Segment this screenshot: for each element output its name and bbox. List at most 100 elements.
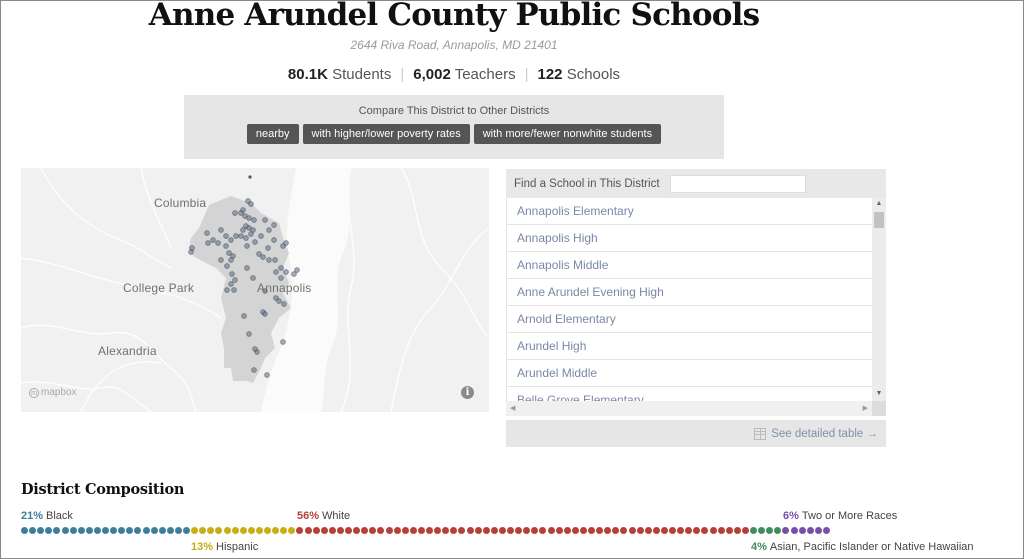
school-list-item[interactable]: Anne Arundel Evening High bbox=[507, 279, 873, 306]
see-detailed-table-link[interactable]: See detailed table → bbox=[754, 427, 878, 440]
composition-dot bbox=[183, 527, 190, 534]
scroll-right-icon[interactable]: ▶ bbox=[863, 401, 868, 416]
composition-dot bbox=[61, 527, 69, 534]
school-list-item[interactable]: Arnold Elementary bbox=[507, 306, 873, 333]
city-label-annapolis: Annapolis bbox=[257, 281, 312, 295]
composition-pct: 21% bbox=[21, 510, 44, 522]
composition-dot bbox=[434, 527, 442, 534]
scrollbar-corner bbox=[872, 401, 886, 416]
scroll-up-icon[interactable]: ▲ bbox=[872, 198, 886, 210]
composition-dot bbox=[377, 527, 385, 534]
schools-label: Schools bbox=[566, 66, 621, 83]
composition-dot bbox=[393, 527, 401, 534]
composition-title: District Composition bbox=[21, 481, 185, 498]
composition-dot bbox=[118, 527, 126, 534]
composition-dot bbox=[304, 527, 312, 534]
composition-dot bbox=[361, 527, 369, 534]
school-search-input[interactable] bbox=[669, 174, 806, 193]
horizontal-scrollbar[interactable]: ◀ ▶ bbox=[506, 401, 872, 416]
composition-dot bbox=[142, 527, 150, 534]
composition-dot bbox=[77, 527, 85, 534]
composition-dot bbox=[555, 527, 563, 534]
district-stats: 80.1K Students | 6,002 Teachers | 122 School… bbox=[1, 66, 907, 83]
composition-group-name: Hispanic bbox=[216, 541, 259, 553]
composition-dot bbox=[490, 527, 498, 534]
composition-dot bbox=[150, 527, 158, 534]
school-list-item[interactable]: Arundel High bbox=[507, 333, 873, 360]
school-list[interactable]: Annapolis Elementary Annapolis High Anna… bbox=[506, 198, 873, 404]
composition-dot bbox=[442, 527, 450, 534]
scroll-left-icon[interactable]: ◀ bbox=[510, 401, 515, 416]
mapbox-icon: m bbox=[29, 387, 39, 398]
composition-dot bbox=[685, 527, 693, 534]
composition-dot bbox=[199, 527, 207, 534]
detail-table-bar: See detailed table → bbox=[506, 420, 886, 447]
composition-dot bbox=[741, 527, 749, 534]
mapbox-attribution: mapbox bbox=[41, 387, 77, 398]
students-count: 80.1K bbox=[287, 66, 328, 83]
composition-dot bbox=[158, 527, 166, 534]
composition-dot bbox=[822, 527, 830, 534]
info-icon[interactable]: i bbox=[461, 386, 474, 399]
composition-dot bbox=[296, 527, 304, 534]
composition-dot bbox=[288, 527, 296, 534]
compare-nonwhite-button[interactable]: with more/fewer nonwhite students bbox=[473, 124, 662, 144]
composition-dot bbox=[652, 527, 660, 534]
city-label-alexandria: Alexandria bbox=[98, 344, 157, 358]
composition-dot bbox=[215, 527, 223, 534]
composition-group-name: White bbox=[322, 510, 351, 522]
composition-dot bbox=[450, 527, 458, 534]
composition-dot bbox=[93, 527, 101, 534]
composition-dot bbox=[733, 527, 741, 534]
composition-dot bbox=[677, 527, 685, 534]
detail-link-label: See detailed table → bbox=[771, 427, 878, 440]
compare-poverty-button[interactable]: with higher/lower poverty rates bbox=[302, 124, 470, 144]
composition-dot bbox=[604, 527, 612, 534]
composition-dot bbox=[531, 527, 539, 534]
composition-pct: 4% bbox=[751, 541, 767, 553]
composition-dot bbox=[539, 527, 547, 534]
composition-dot bbox=[255, 527, 263, 534]
composition-dot bbox=[280, 527, 288, 534]
school-list-item[interactable]: Annapolis High bbox=[507, 225, 873, 252]
composition-label-white: 56% White bbox=[297, 510, 350, 522]
district-address: 2644 Riva Road, Annapolis, MD 21401 bbox=[350, 38, 558, 52]
composition-group-name: Asian, Pacific Islander or Native Hawaii… bbox=[769, 541, 974, 553]
composition-dot bbox=[417, 527, 425, 534]
composition-dot bbox=[69, 527, 77, 534]
composition-dot bbox=[669, 527, 676, 534]
composition-dot bbox=[239, 527, 247, 534]
composition-dot bbox=[758, 527, 766, 534]
composition-dot bbox=[579, 527, 587, 534]
scrollbar-thumb[interactable] bbox=[874, 212, 884, 228]
composition-dot bbox=[515, 527, 523, 534]
city-label-columbia: Columbia bbox=[154, 196, 207, 210]
composition-dot bbox=[693, 527, 701, 534]
compare-nearby-button[interactable]: nearby bbox=[246, 124, 299, 144]
mapbox-logo[interactable]: m mapbox bbox=[29, 387, 77, 398]
composition-dot bbox=[174, 527, 182, 534]
composition-dot bbox=[806, 527, 814, 534]
composition-dot bbox=[37, 527, 45, 534]
composition-dot bbox=[207, 527, 215, 534]
composition-dot bbox=[612, 527, 620, 534]
composition-dot bbox=[126, 527, 134, 534]
composition-dot bbox=[620, 527, 628, 534]
composition-label-asian: 4% Asian, Pacific Islander or Native Hawa… bbox=[751, 541, 974, 553]
composition-dot bbox=[29, 527, 37, 534]
vertical-scrollbar[interactable]: ▲ ▼ bbox=[872, 198, 886, 416]
composition-dot bbox=[264, 527, 271, 534]
school-list-item[interactable]: Annapolis Elementary bbox=[507, 198, 873, 225]
school-list-item[interactable]: Arundel Middle bbox=[507, 360, 873, 387]
students-label: Students bbox=[332, 66, 392, 83]
composition-dot bbox=[563, 527, 571, 534]
composition-group-name: Two or More Races bbox=[801, 510, 898, 522]
composition-dot bbox=[596, 527, 604, 534]
school-list-item[interactable]: Annapolis Middle bbox=[507, 252, 873, 279]
district-map[interactable]: Columbia College Park Annapolis Alexandr… bbox=[21, 168, 489, 412]
composition-dot bbox=[336, 527, 344, 534]
composition-dot bbox=[774, 527, 782, 534]
composition-pct: 6% bbox=[783, 510, 799, 522]
composition-dot bbox=[353, 527, 361, 534]
scroll-down-icon[interactable]: ▼ bbox=[872, 388, 886, 400]
